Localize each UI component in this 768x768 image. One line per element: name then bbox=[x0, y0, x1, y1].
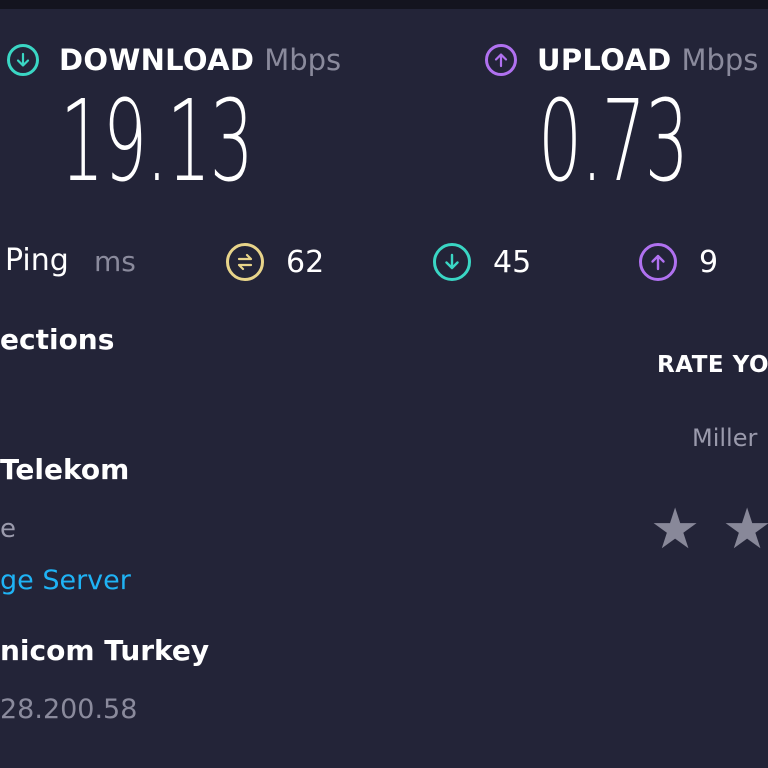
upload-header: UPLOAD Mbps bbox=[485, 43, 758, 77]
upload-label: UPLOAD bbox=[537, 43, 672, 77]
ping-upload-value: 9 bbox=[699, 244, 719, 280]
download-value: 19.13 bbox=[60, 77, 254, 207]
download-header: DOWNLOAD Mbps bbox=[7, 43, 341, 77]
ping-upload: 9 bbox=[639, 243, 718, 281]
arrow-up-icon bbox=[639, 243, 677, 281]
rate-subtitle: Miller bbox=[692, 424, 758, 452]
ping-label: Ping bbox=[5, 243, 69, 278]
arrow-up-icon bbox=[485, 44, 517, 76]
star-1[interactable]: ★ bbox=[650, 500, 700, 560]
upload-unit: Mbps bbox=[681, 43, 759, 77]
change-server-link[interactable]: ge Server bbox=[0, 565, 131, 596]
ping-idle-value: 62 bbox=[286, 244, 325, 280]
top-bar bbox=[0, 0, 768, 9]
server-name: nicom Turkey bbox=[0, 634, 210, 667]
ping-row: Ping ms 62 45 9 bbox=[0, 243, 768, 285]
arrow-down-icon bbox=[7, 44, 39, 76]
ping-download-value: 45 bbox=[493, 244, 532, 280]
ping-unit: ms bbox=[94, 245, 136, 278]
ping-download: 45 bbox=[433, 243, 531, 281]
arrow-down-icon bbox=[433, 243, 471, 281]
download-unit: Mbps bbox=[264, 43, 342, 77]
isp-name: Telekom bbox=[0, 453, 130, 486]
star-2[interactable]: ★ bbox=[722, 500, 768, 560]
rate-title: RATE YO bbox=[657, 352, 768, 378]
download-label: DOWNLOAD bbox=[59, 43, 255, 77]
ping-idle: 62 bbox=[226, 243, 324, 281]
upload-value: 0.73 bbox=[538, 77, 689, 207]
connections-title: ections bbox=[0, 323, 115, 356]
isp-subtitle: e bbox=[0, 514, 16, 544]
server-ip: 28.200.58 bbox=[0, 694, 138, 725]
exchange-icon bbox=[226, 243, 264, 281]
